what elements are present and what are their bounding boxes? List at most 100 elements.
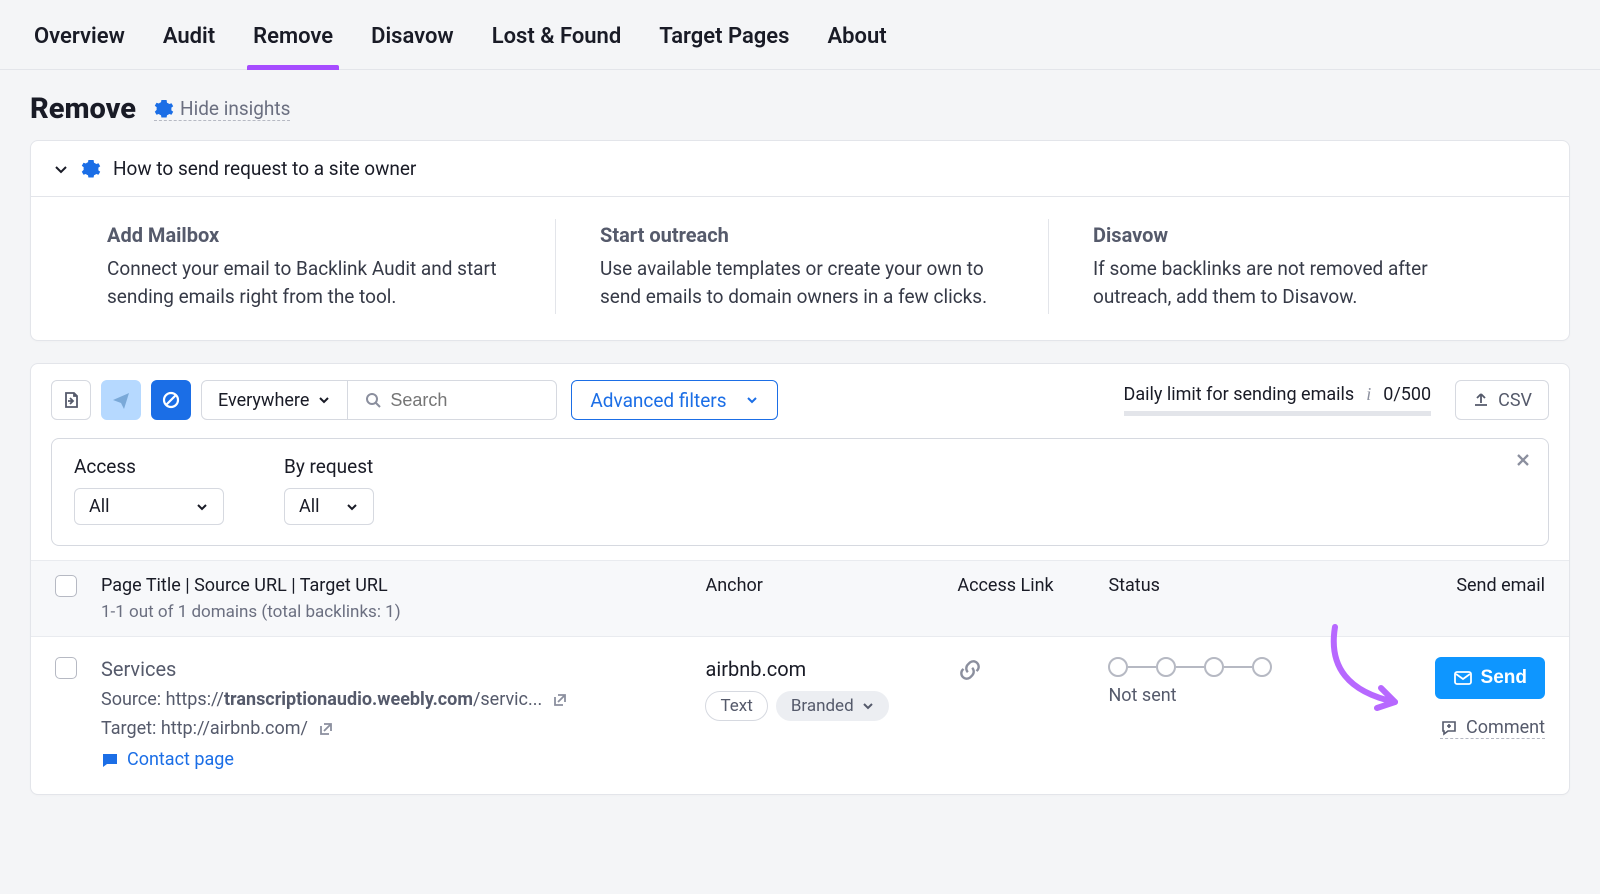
comment-icon xyxy=(1440,719,1458,737)
filters-panel: Access All By request All xyxy=(51,438,1549,546)
external-link-icon[interactable] xyxy=(552,692,568,708)
page-header: Remove Hide insights xyxy=(0,70,1600,140)
col-send-label: Send email xyxy=(1394,575,1545,596)
select-all-checkbox[interactable] xyxy=(55,575,77,597)
upload-icon xyxy=(1472,391,1490,409)
tab-target-pages[interactable]: Target Pages xyxy=(653,16,795,69)
search-box[interactable] xyxy=(347,381,556,419)
filter-byrequest: By request All xyxy=(284,455,374,525)
tab-overview[interactable]: Overview xyxy=(28,16,131,69)
insights-col-mailbox: Add Mailbox Connect your email to Backli… xyxy=(59,219,555,314)
export-icon-button[interactable] xyxy=(51,380,91,420)
filter-access-value: All xyxy=(89,496,110,517)
external-link-icon[interactable] xyxy=(318,721,334,737)
col-page-label: Page Title | Source URL | Target URL xyxy=(101,575,705,596)
row-checkbox[interactable] xyxy=(55,657,77,679)
source-proto: https:// xyxy=(166,689,224,710)
contact-page-link[interactable]: Contact page xyxy=(101,749,705,770)
anchor-tag-branded[interactable]: Branded xyxy=(776,691,889,721)
anchor-branded-label: Branded xyxy=(791,696,854,716)
send-label: Send xyxy=(1481,667,1527,689)
filter-access: Access All xyxy=(74,455,224,525)
insights-col-text: Use available templates or create your o… xyxy=(600,255,1004,310)
chain-link-icon[interactable] xyxy=(957,657,1108,683)
limit-value: 0/500 xyxy=(1383,384,1431,405)
status-progress xyxy=(1108,657,1393,677)
info-icon[interactable]: i xyxy=(1366,384,1371,405)
search-icon xyxy=(364,391,382,409)
target-url: http://airbnb.com/ xyxy=(161,718,308,739)
scope-dropdown[interactable]: Everywhere xyxy=(202,381,347,419)
insights-col-text: Connect your email to Backlink Audit and… xyxy=(107,255,511,310)
insights-heading: How to send request to a site owner xyxy=(113,157,416,180)
mail-icon xyxy=(1453,668,1473,688)
row-title: Services xyxy=(101,657,705,681)
limit-label: Daily limit for sending emails xyxy=(1124,384,1355,405)
insights-col-outreach: Start outreach Use available templates o… xyxy=(555,219,1048,314)
row-target: Target: http://airbnb.com/ xyxy=(101,718,705,739)
col-access-label: Access Link xyxy=(957,575,1108,596)
table-row: Services Source: https://transcriptionau… xyxy=(31,637,1569,794)
chevron-down-icon xyxy=(745,393,759,407)
col-anchor-label: Anchor xyxy=(705,575,957,596)
tab-audit[interactable]: Audit xyxy=(157,16,221,69)
page-title: Remove xyxy=(30,92,136,126)
advanced-filters-button[interactable]: Advanced filters xyxy=(571,380,777,420)
filter-access-select[interactable]: All xyxy=(74,488,224,525)
filter-access-label: Access xyxy=(74,455,224,478)
source-domain: transcriptionaudio.weebly.com xyxy=(224,689,473,710)
comment-link[interactable]: Comment xyxy=(1440,717,1545,739)
source-prefix: Source: xyxy=(101,689,166,710)
anchor-tag-text: Text xyxy=(705,691,767,721)
insights-col-text: If some backlinks are not removed after … xyxy=(1093,255,1497,310)
target-prefix: Target: xyxy=(101,718,161,739)
comment-label: Comment xyxy=(1466,717,1545,738)
insights-columns: Add Mailbox Connect your email to Backli… xyxy=(31,197,1569,340)
send-plane-icon-button[interactable] xyxy=(101,380,141,420)
send-button[interactable]: Send xyxy=(1435,657,1545,699)
search-input[interactable] xyxy=(390,390,540,411)
hide-insights-label: Hide insights xyxy=(180,97,290,120)
chevron-down-icon xyxy=(53,161,69,177)
insights-card: How to send request to a site owner Add … xyxy=(30,140,1570,341)
tab-remove[interactable]: Remove xyxy=(247,16,339,69)
insights-col-title: Start outreach xyxy=(600,223,1004,247)
filter-byrequest-select[interactable]: All xyxy=(284,488,374,525)
chevron-down-icon xyxy=(345,500,359,514)
chat-icon xyxy=(101,751,119,769)
table-subhead: 1-1 out of 1 domains (total backlinks: 1… xyxy=(101,602,705,622)
filter-byrequest-value: All xyxy=(299,496,320,517)
insights-col-title: Add Mailbox xyxy=(107,223,511,247)
gear-icon xyxy=(154,99,174,119)
table-header: Page Title | Source URL | Target URL 1-1… xyxy=(31,560,1569,637)
csv-label: CSV xyxy=(1498,390,1532,411)
daily-limit: Daily limit for sending emails i 0/500 xyxy=(1124,384,1432,416)
gear-icon xyxy=(81,159,101,179)
hide-insights-toggle[interactable]: Hide insights xyxy=(154,97,290,121)
prohibit-icon-button[interactable] xyxy=(151,380,191,420)
contact-label: Contact page xyxy=(127,749,234,770)
anchor-text: airbnb.com xyxy=(705,657,957,681)
chevron-down-icon xyxy=(862,700,874,712)
scope-search-segment: Everywhere xyxy=(201,380,557,420)
insights-header[interactable]: How to send request to a site owner xyxy=(31,141,1569,197)
close-filters-button[interactable] xyxy=(1514,451,1532,469)
toolbar: Everywhere Advanced filters Daily limit … xyxy=(31,364,1569,432)
main-card: Everywhere Advanced filters Daily limit … xyxy=(30,363,1570,795)
status-label: Not sent xyxy=(1108,685,1393,706)
tab-about[interactable]: About xyxy=(821,16,892,69)
col-status-label: Status xyxy=(1108,575,1393,596)
filter-byrequest-label: By request xyxy=(284,455,374,478)
scope-label: Everywhere xyxy=(218,390,309,411)
export-csv-button[interactable]: CSV xyxy=(1455,380,1549,420)
source-path: /servic... xyxy=(473,689,542,710)
tab-disavow[interactable]: Disavow xyxy=(365,16,460,69)
insights-col-disavow: Disavow If some backlinks are not remove… xyxy=(1048,219,1541,314)
row-source: Source: https://transcriptionaudio.weebl… xyxy=(101,689,705,710)
chevron-down-icon xyxy=(195,500,209,514)
tab-lost-found[interactable]: Lost & Found xyxy=(486,16,628,69)
top-nav: Overview Audit Remove Disavow Lost & Fou… xyxy=(0,0,1600,70)
chevron-down-icon xyxy=(317,393,331,407)
insights-col-title: Disavow xyxy=(1093,223,1497,247)
advanced-filters-label: Advanced filters xyxy=(590,389,726,412)
